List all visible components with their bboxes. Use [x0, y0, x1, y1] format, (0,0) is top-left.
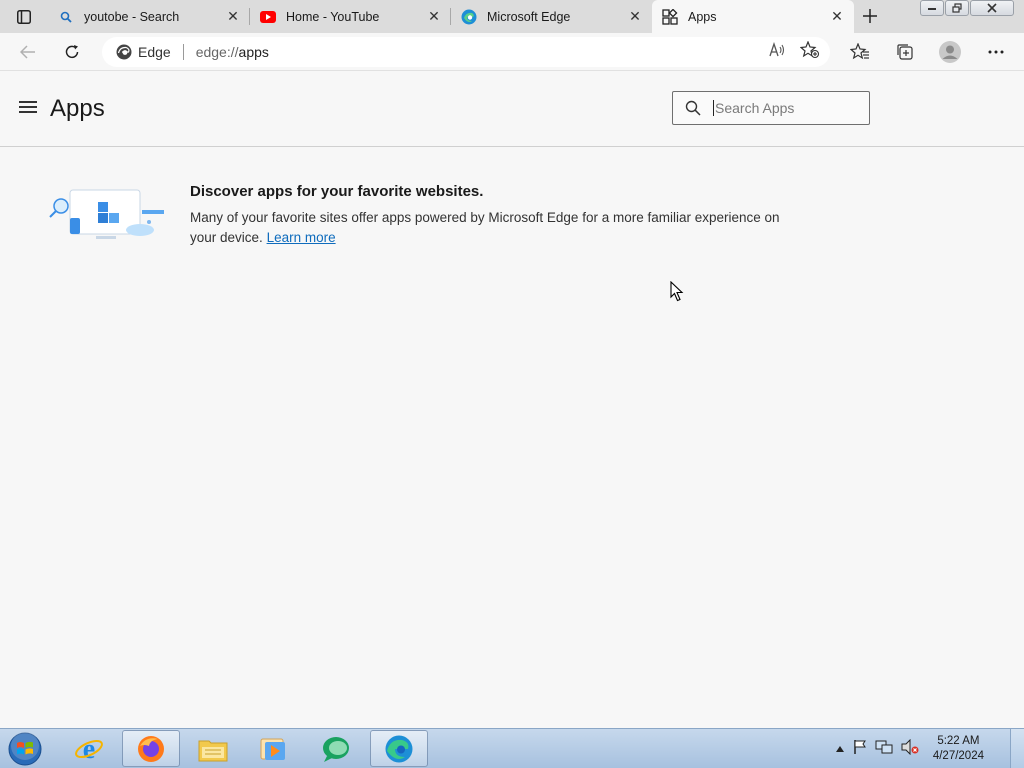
- chevron-up-icon: [835, 746, 844, 752]
- clock-time: 5:22 AM: [937, 735, 980, 747]
- tab-actions-button[interactable]: [8, 6, 40, 28]
- clock[interactable]: 5:22 AM 4/27/2024: [933, 734, 984, 764]
- discover-illustration: [48, 186, 166, 242]
- browser-toolbar: Edge edge://apps: [0, 33, 1024, 71]
- tab-microsoft-edge[interactable]: Microsoft Edge ✕: [451, 0, 652, 33]
- minimize-icon: [928, 8, 936, 10]
- plus-icon: [863, 9, 877, 23]
- media-player-icon: [260, 738, 285, 760]
- mouse-cursor-icon: [670, 280, 684, 307]
- avatar-icon: [939, 41, 961, 63]
- tab-title: Apps: [688, 9, 717, 24]
- collections-icon: [897, 44, 913, 60]
- refresh-icon: [65, 45, 79, 59]
- back-button[interactable]: [14, 38, 42, 66]
- action-center-icon[interactable]: [853, 739, 867, 760]
- file-explorer-icon: [198, 740, 228, 761]
- taskbar-media-player[interactable]: [244, 730, 302, 767]
- close-icon: [987, 3, 997, 13]
- tab-strip: youtobe - Search ✕ Home - YouTube ✕ Micr…: [0, 0, 1024, 33]
- discover-title: Discover apps for your favorite websites…: [190, 183, 484, 200]
- taskbar: e 5:22 AM 4/27/2024: [0, 728, 1024, 768]
- url-text[interactable]: edge://apps: [196, 44, 269, 60]
- edge-logo-icon: [116, 44, 132, 60]
- tab-title: Microsoft Edge: [487, 9, 571, 24]
- network-icon[interactable]: [875, 739, 893, 760]
- minimize-button[interactable]: [920, 0, 944, 16]
- url-path: apps: [238, 44, 269, 60]
- read-aloud-button[interactable]: [768, 41, 786, 63]
- favorites-button[interactable]: [846, 38, 874, 66]
- back-arrow-icon: [20, 45, 35, 59]
- page-header: Apps: [0, 71, 1024, 147]
- refresh-button[interactable]: [58, 38, 86, 66]
- taskbar-internet-explorer[interactable]: e: [60, 730, 118, 767]
- show-hidden-icons-button[interactable]: [835, 740, 845, 758]
- read-aloud-icon: [769, 41, 785, 56]
- windows-start-icon: [8, 732, 42, 766]
- close-tab-button[interactable]: ✕: [624, 6, 646, 28]
- search-icon: [673, 100, 713, 116]
- firefox-icon: [138, 735, 164, 762]
- learn-more-link[interactable]: Learn more: [267, 230, 336, 245]
- address-bar[interactable]: Edge edge://apps: [102, 37, 830, 67]
- tab-apps[interactable]: Apps ✕: [652, 0, 854, 33]
- tab-title: Home - YouTube: [286, 9, 380, 24]
- taskbar-file-explorer[interactable]: [184, 730, 242, 767]
- close-tab-button[interactable]: ✕: [423, 6, 445, 28]
- profile-button[interactable]: [936, 38, 964, 66]
- discover-description: Many of your favorite sites offer apps p…: [190, 208, 790, 248]
- start-button[interactable]: [6, 731, 44, 767]
- site-label: Edge: [138, 44, 171, 60]
- page-title: Apps: [50, 95, 105, 122]
- chat-app-icon: [323, 736, 349, 762]
- settings-more-button[interactable]: [982, 38, 1010, 66]
- search-apps-box[interactable]: [672, 91, 870, 125]
- search-apps-input[interactable]: [713, 100, 853, 116]
- hamburger-line: [19, 111, 37, 113]
- restore-icon: [952, 3, 962, 13]
- close-tab-button[interactable]: ✕: [826, 6, 848, 28]
- tab-youtube[interactable]: Home - YouTube ✕: [250, 0, 451, 33]
- show-desktop-button[interactable]: [1010, 729, 1024, 768]
- tab-actions-icon: [17, 10, 31, 24]
- tab-title: youtobe - Search: [84, 9, 180, 24]
- clock-date: 4/27/2024: [932, 750, 984, 762]
- restore-button[interactable]: [945, 0, 969, 16]
- edge-icon: [385, 735, 413, 762]
- youtube-icon: [260, 9, 276, 25]
- star-add-icon: [799, 39, 820, 58]
- url-scheme: edge://: [195, 44, 239, 60]
- site-info-button[interactable]: Edge: [102, 44, 171, 60]
- taskbar-chat-app[interactable]: [308, 730, 366, 767]
- menu-button[interactable]: [18, 99, 38, 115]
- hamburger-line: [19, 106, 37, 108]
- close-window-button[interactable]: [970, 0, 1014, 16]
- tab-search[interactable]: youtobe - Search ✕: [48, 0, 250, 33]
- more-icon: [988, 50, 1004, 54]
- divider: [182, 44, 184, 60]
- edge-icon: [461, 9, 477, 25]
- close-tab-button[interactable]: ✕: [222, 6, 244, 28]
- search-icon: [58, 9, 74, 25]
- favorites-icon: [850, 43, 869, 60]
- taskbar-edge[interactable]: [370, 730, 428, 767]
- internet-explorer-icon: e: [75, 734, 103, 764]
- add-favorite-button[interactable]: [799, 39, 820, 64]
- window-controls: [919, 0, 1014, 18]
- system-tray: 5:22 AM 4/27/2024: [835, 729, 984, 768]
- new-tab-button[interactable]: [858, 5, 882, 27]
- apps-icon: [662, 8, 678, 25]
- volume-muted-icon[interactable]: [901, 738, 919, 760]
- svg-text:e: e: [83, 734, 95, 764]
- hamburger-icon: [19, 101, 37, 103]
- collections-button[interactable]: [891, 38, 919, 66]
- taskbar-firefox[interactable]: [122, 730, 180, 767]
